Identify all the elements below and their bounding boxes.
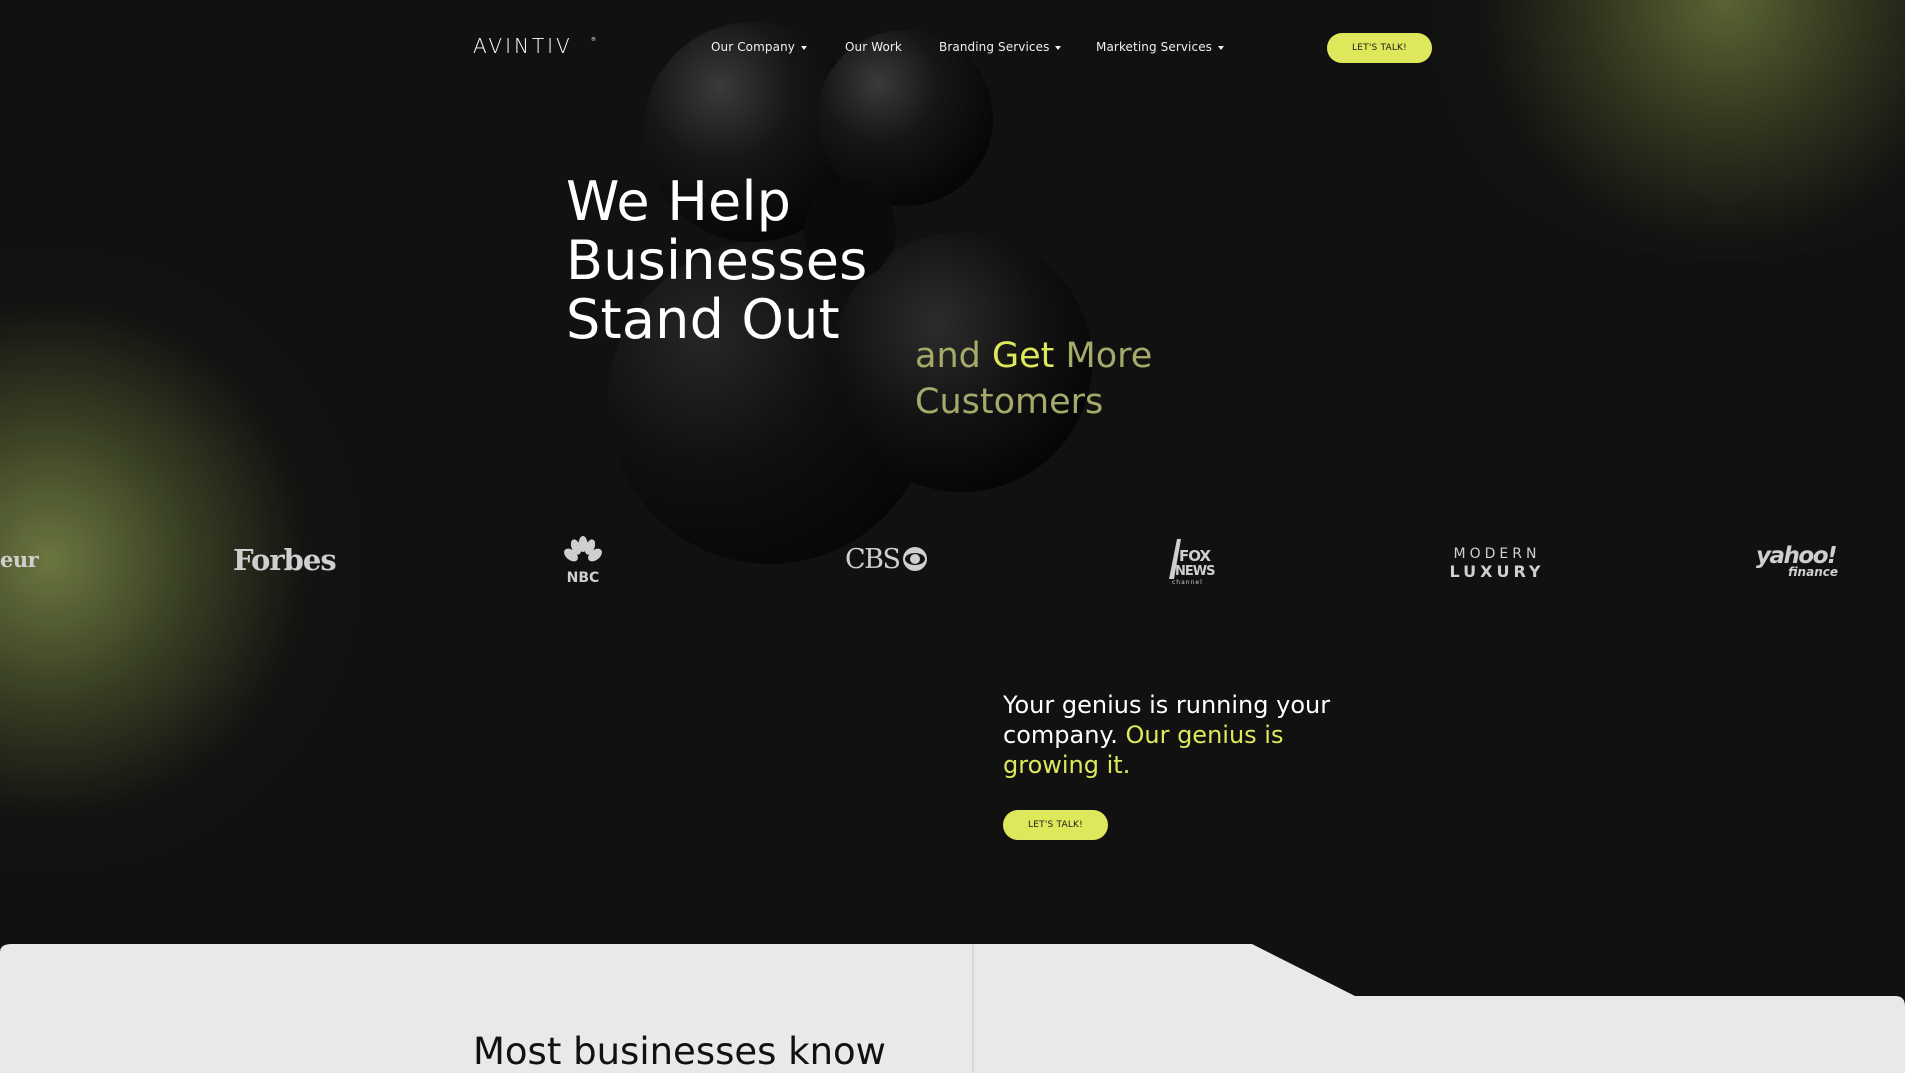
modern-logo-text: MODERN	[1454, 546, 1541, 562]
yahoo-finance-logo: yahoo! finance	[1756, 543, 1838, 579]
lower-section-panel	[0, 944, 1905, 1073]
hero-title-line-1: We Help	[566, 170, 792, 233]
fox-logo-text: FOX	[1179, 547, 1211, 565]
nav-branding-services-label: Branding Services	[939, 40, 1050, 54]
fox-news-logo: FOX NEWS channel	[1169, 539, 1216, 586]
cbs-logo-text: CBS	[845, 544, 900, 575]
chevron-down-icon	[1218, 45, 1225, 50]
nav-our-company-label: Our Company	[711, 40, 795, 54]
avintiv-logo[interactable]: AVINTIV ®	[473, 33, 597, 57]
cbs-eye-icon	[903, 547, 927, 571]
news-logo-text: NEWS	[1175, 564, 1215, 579]
hero-title-line-3: Stand Out	[566, 288, 840, 351]
nav-our-work-label: Our Work	[845, 40, 902, 54]
nav-branding-services[interactable]: Branding Services	[939, 40, 1062, 54]
channel-logo-text: channel	[1172, 579, 1203, 586]
nbc-peacock-logo: NBC	[564, 536, 602, 585]
hero-subtitle-line-2: Customers	[915, 382, 1104, 422]
forbes-logo: Forbes	[233, 543, 337, 577]
page: AVINTIV ® Our Company Our Work Branding …	[0, 0, 1905, 1073]
press-logo-strip: eur Forbes NBC CBS FOX NEWS channel MODE…	[0, 535, 1905, 605]
luxury-logo-text: LUXURY	[1450, 562, 1545, 581]
body-lets-talk-button[interactable]: LET'S TALK!	[1003, 810, 1108, 840]
hero-subtitle: and Get More Customers	[915, 333, 1152, 425]
finance-logo-text: finance	[1788, 565, 1838, 579]
nav-our-company[interactable]: Our Company	[711, 40, 807, 54]
logo-registered-mark: ®	[591, 36, 596, 43]
cbs-logo: CBS	[845, 544, 927, 575]
hero-subtitle-end: More	[1054, 336, 1153, 376]
logo-text: AVINTIV	[473, 34, 573, 57]
nav-marketing-services-label: Marketing Services	[1096, 40, 1213, 54]
header-lets-talk-button[interactable]: LET'S TALK!	[1327, 33, 1432, 63]
hero-title-line-2: Businesses	[566, 229, 868, 292]
hero-subtitle-start: and	[915, 336, 992, 376]
hero-subtitle-highlight: Get	[991, 336, 1055, 376]
hero-subtitle-line-1: and Get More	[915, 333, 1152, 379]
nav-our-work[interactable]: Our Work	[845, 40, 902, 54]
nav-marketing-services[interactable]: Marketing Services	[1096, 40, 1225, 54]
chevron-down-icon	[801, 45, 807, 50]
entrepreneur-logo-partial: eur	[0, 547, 39, 572]
chevron-down-icon	[1055, 45, 1062, 50]
tagline: Your genius is running your company. Our…	[1003, 690, 1363, 780]
hero-title: We Help Businesses Stand Out	[566, 172, 867, 349]
nbc-logo-text: NBC	[567, 570, 600, 585]
site-header: AVINTIV ® Our Company Our Work Branding …	[0, 0, 1905, 95]
lower-section-heading: Most businesses know	[473, 1030, 886, 1073]
modern-luxury-logo: MODERN LUXURY	[1450, 546, 1545, 581]
